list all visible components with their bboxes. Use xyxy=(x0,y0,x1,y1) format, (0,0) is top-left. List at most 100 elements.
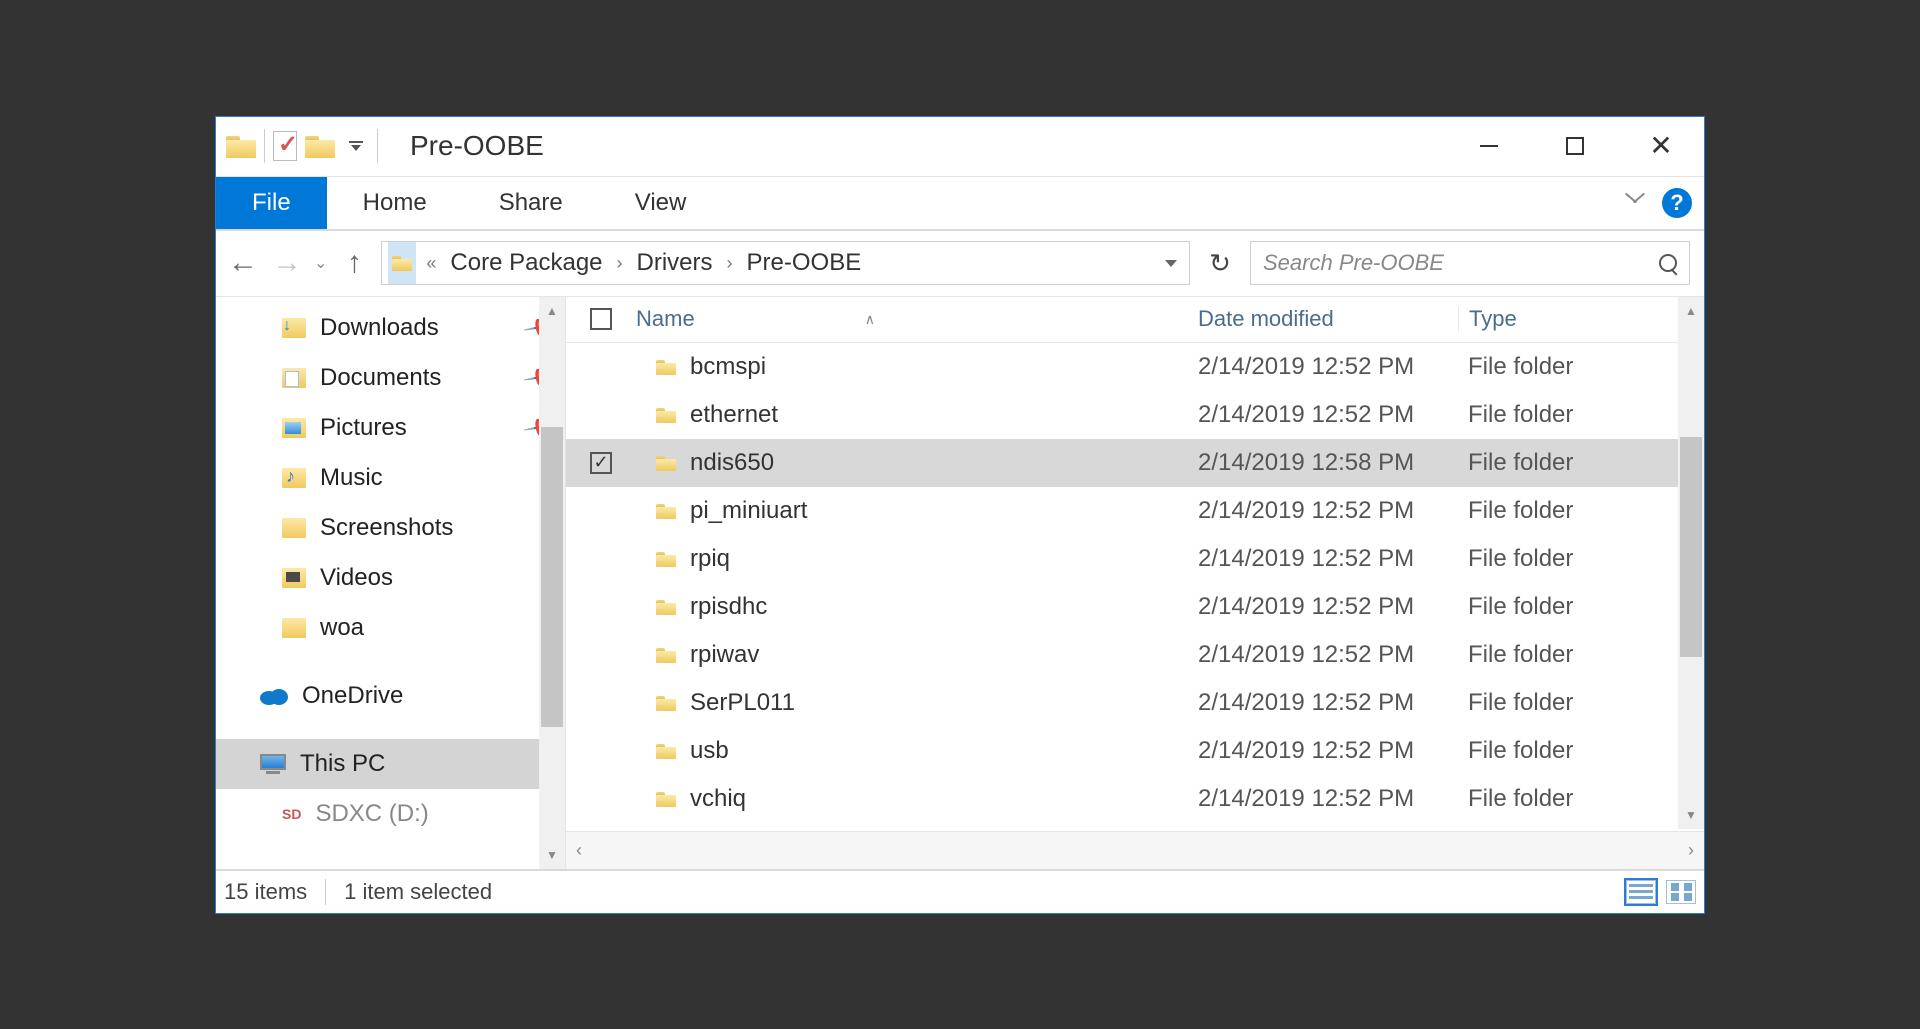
breadcrumb-root[interactable] xyxy=(388,242,416,284)
vertical-scrollbar[interactable]: ▲ ▼ xyxy=(1678,297,1704,829)
file-row[interactable]: usb2/14/2019 12:52 PMFile folder xyxy=(566,727,1704,775)
folder-icon xyxy=(656,743,676,759)
file-row[interactable]: bcmspi2/14/2019 12:52 PMFile folder xyxy=(566,343,1704,391)
nav-item-onedrive[interactable]: OneDrive xyxy=(216,671,565,721)
nav-item-sd-card[interactable]: SDSDXC (D:) xyxy=(216,789,565,839)
ribbon-tab-home[interactable]: Home xyxy=(327,177,463,229)
separator xyxy=(325,879,326,905)
search-icon[interactable] xyxy=(1659,254,1677,272)
address-bar[interactable]: « Core Package › Drivers › Pre-OOBE xyxy=(381,241,1190,285)
folder-icon xyxy=(656,647,676,663)
nav-item[interactable]: Videos xyxy=(216,553,565,603)
file-row[interactable]: SerPL0112/14/2019 12:52 PMFile folder xyxy=(566,679,1704,727)
folder-icon xyxy=(656,455,676,471)
file-name: bcmspi xyxy=(690,353,766,381)
scroll-up-icon[interactable]: ▲ xyxy=(539,297,565,325)
nav-item[interactable]: Downloads📌 xyxy=(216,303,565,353)
chevron-right-icon[interactable]: › xyxy=(613,253,627,274)
scroll-down-icon[interactable]: ▼ xyxy=(539,841,565,869)
select-all-checkbox[interactable] xyxy=(590,308,612,330)
folder-icon xyxy=(282,418,306,438)
file-name: rpisdhc xyxy=(690,593,767,621)
nav-scrollbar[interactable]: ▲ ▼ xyxy=(539,297,565,869)
nav-item[interactable]: Documents📌 xyxy=(216,353,565,403)
column-date[interactable]: Date modified xyxy=(1198,306,1458,332)
file-row[interactable]: ✓ndis6502/14/2019 12:58 PMFile folder xyxy=(566,439,1704,487)
file-row[interactable]: pi_miniuart2/14/2019 12:52 PMFile folder xyxy=(566,487,1704,535)
file-name: pi_miniuart xyxy=(690,497,807,525)
up-button[interactable]: ↑ xyxy=(337,246,371,280)
ribbon-collapse-icon[interactable] xyxy=(1624,197,1646,209)
file-date: 2/14/2019 12:52 PM xyxy=(1198,353,1458,381)
help-icon[interactable]: ? xyxy=(1662,188,1692,218)
ribbon-tab-share[interactable]: Share xyxy=(463,177,599,229)
minimize-button[interactable] xyxy=(1446,117,1532,176)
ribbon-tab-view[interactable]: View xyxy=(599,177,723,229)
file-row[interactable]: vchiq2/14/2019 12:52 PMFile folder xyxy=(566,775,1704,823)
new-folder-icon[interactable] xyxy=(305,134,335,158)
nav-item[interactable]: woa xyxy=(216,603,565,653)
nav-item[interactable]: Screenshots xyxy=(216,503,565,553)
ribbon: File Home Share View ? xyxy=(216,177,1704,231)
column-name[interactable]: Name xyxy=(636,306,695,332)
folder-icon xyxy=(656,599,676,615)
folder-icon xyxy=(282,318,306,338)
breadcrumb-seg-0[interactable]: Core Package xyxy=(446,242,606,284)
horizontal-scrollbar[interactable]: ‹ › xyxy=(566,831,1704,869)
view-thumbnails-button[interactable] xyxy=(1666,880,1696,904)
refresh-button[interactable]: ↻ xyxy=(1200,241,1240,285)
breadcrumb-seg-1[interactable]: Drivers xyxy=(633,242,717,284)
scroll-thumb[interactable] xyxy=(1680,437,1702,657)
nav-item-this-pc[interactable]: This PC xyxy=(216,739,565,789)
column-type[interactable]: Type xyxy=(1458,306,1678,332)
qat-customize-icon[interactable] xyxy=(349,141,363,151)
nav-item[interactable]: Pictures📌 xyxy=(216,403,565,453)
status-count: 15 items xyxy=(224,879,307,905)
forward-button[interactable]: → xyxy=(270,246,304,280)
this-pc-icon xyxy=(260,754,286,774)
window-controls: ✕ xyxy=(1446,117,1704,176)
separator xyxy=(264,129,265,163)
title-bar: Pre-OOBE ✕ xyxy=(216,117,1704,177)
search-box[interactable] xyxy=(1250,241,1690,285)
scroll-thumb[interactable] xyxy=(541,427,563,727)
file-row[interactable]: rpiq2/14/2019 12:52 PMFile folder xyxy=(566,535,1704,583)
ribbon-tab-file[interactable]: File xyxy=(216,177,327,229)
file-name: rpiq xyxy=(690,545,730,573)
nav-item[interactable]: Music xyxy=(216,453,565,503)
chevron-right-icon[interactable]: › xyxy=(723,253,737,274)
row-checkbox[interactable]: ✓ xyxy=(590,452,612,474)
file-name: SerPL011 xyxy=(690,689,795,717)
file-type: File folder xyxy=(1458,401,1678,429)
file-list[interactable]: bcmspi2/14/2019 12:52 PMFile folderether… xyxy=(566,343,1704,831)
file-type: File folder xyxy=(1458,545,1678,573)
file-row[interactable]: rpiwav2/14/2019 12:52 PMFile folder xyxy=(566,631,1704,679)
scroll-down-icon[interactable]: ▼ xyxy=(1678,801,1704,829)
scroll-right-icon[interactable]: › xyxy=(1688,840,1694,861)
file-type: File folder xyxy=(1458,497,1678,525)
scroll-up-icon[interactable]: ▲ xyxy=(1678,297,1704,325)
recent-locations-icon[interactable]: ⌄ xyxy=(314,253,327,273)
status-selection: 1 item selected xyxy=(344,879,492,905)
nav-item-label: woa xyxy=(320,614,364,642)
view-details-button[interactable] xyxy=(1626,880,1656,904)
file-date: 2/14/2019 12:52 PM xyxy=(1198,737,1458,765)
navigation-pane: Downloads📌Documents📌Pictures📌MusicScreen… xyxy=(216,297,566,869)
file-date: 2/14/2019 12:58 PM xyxy=(1198,449,1458,477)
folder-icon xyxy=(392,255,412,271)
file-row[interactable]: ethernet2/14/2019 12:52 PMFile folder xyxy=(566,391,1704,439)
nav-item-label: Documents xyxy=(320,364,441,392)
search-input[interactable] xyxy=(1263,250,1633,276)
address-dropdown-icon[interactable] xyxy=(1165,260,1177,267)
scroll-left-icon[interactable]: ‹ xyxy=(576,840,582,861)
properties-icon[interactable] xyxy=(273,131,297,161)
close-button[interactable]: ✕ xyxy=(1618,117,1704,176)
sort-indicator-icon: ∧ xyxy=(865,311,875,328)
maximize-button[interactable] xyxy=(1532,117,1618,176)
onedrive-icon xyxy=(260,687,288,705)
breadcrumb-overflow-icon[interactable]: « xyxy=(422,253,440,274)
file-row[interactable]: rpisdhc2/14/2019 12:52 PMFile folder xyxy=(566,583,1704,631)
file-name: ethernet xyxy=(690,401,778,429)
breadcrumb-seg-2[interactable]: Pre-OOBE xyxy=(743,242,866,284)
back-button[interactable]: ← xyxy=(226,246,260,280)
